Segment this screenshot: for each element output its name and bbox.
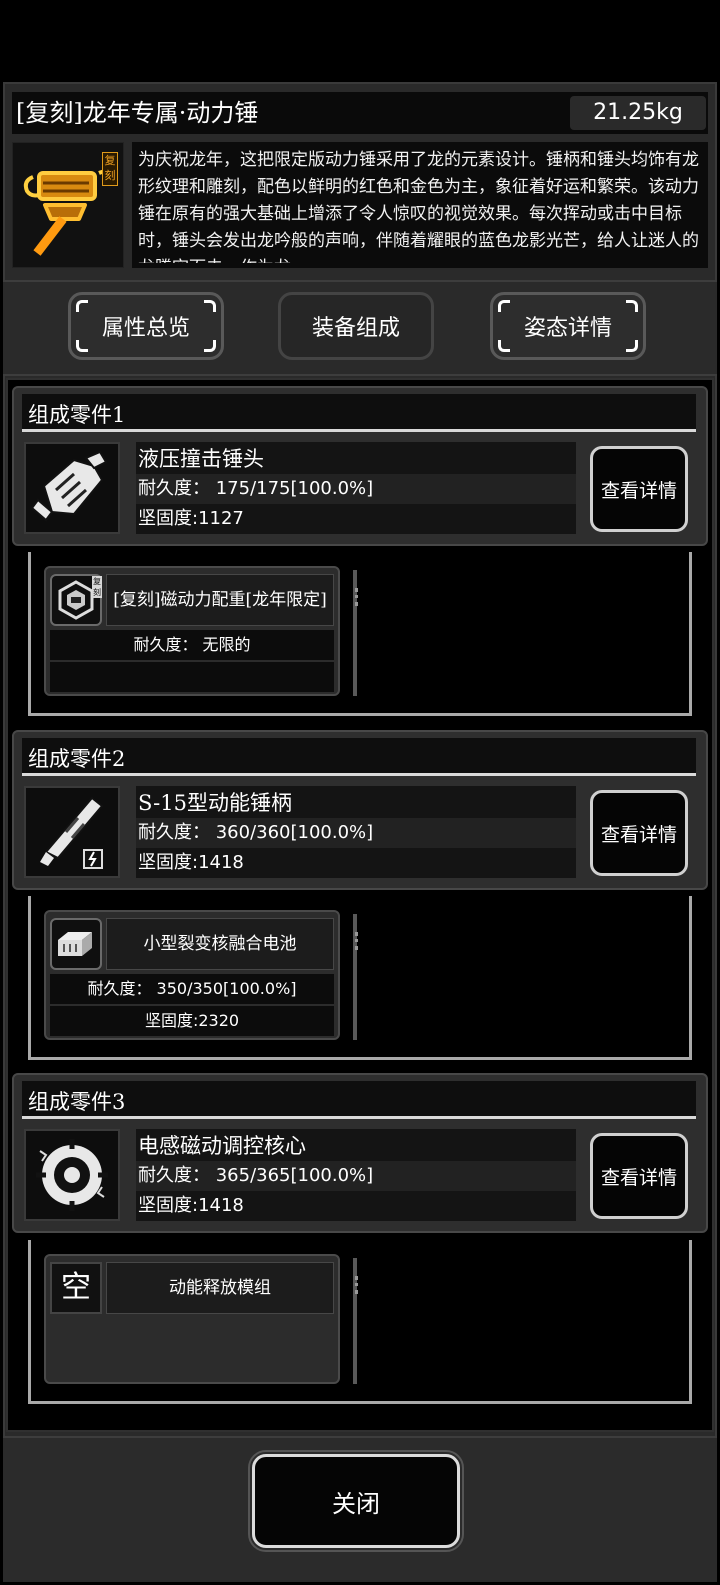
item-title: [复刻]龙年专属·动力锤 — [16, 99, 259, 127]
button-label: 查看详情 — [600, 823, 677, 846]
component-icon-box — [24, 1129, 120, 1221]
sub-part-durability: 耐久度： 无限的 — [50, 630, 334, 660]
component-durability: 耐久度： 175/175[100.0%] — [138, 478, 374, 499]
component-name: S-15型动能锤柄 — [138, 791, 292, 815]
sub-part-name: [复刻]磁动力配重[龙年限定] — [113, 590, 327, 610]
slot-divider — [353, 570, 358, 696]
sub-part-durability: 耐久度： 350/350[100.0%] — [50, 974, 334, 1004]
sub-part-name: 小型裂变核融合电池 — [143, 934, 297, 954]
reissue-badge: 复刻 — [102, 152, 118, 186]
component-name: 电感磁动调控核心 — [138, 1134, 306, 1158]
sub-part-icon-box — [50, 918, 102, 970]
component-name: 液压撞击锤头 — [138, 447, 264, 471]
view-details-button[interactable]: 查看详情 — [590, 790, 688, 876]
sub-part-name: 动能释放模组 — [169, 1278, 271, 1298]
tab-label: 装备组成 — [311, 316, 400, 341]
hammer-head-icon — [30, 450, 108, 522]
component-hardness: 坚固度:1418 — [138, 1195, 244, 1216]
sub-part-hardness: 坚固度:2320 — [50, 1006, 334, 1036]
button-label: 查看详情 — [600, 479, 677, 502]
component-icon-box — [24, 786, 120, 878]
component-heading: 组成零件1 — [28, 403, 126, 427]
component-hardness: 坚固度:1418 — [138, 852, 244, 873]
hammer-handle-icon — [40, 796, 104, 869]
close-label: 关闭 — [332, 1489, 380, 1518]
component-heading: 组成零件3 — [28, 1090, 126, 1114]
component-durability: 耐久度： 360/360[100.0%] — [138, 822, 374, 843]
status-bar-area — [0, 0, 720, 80]
empty-slot-icon: 空 — [50, 1262, 102, 1314]
tab-attributes[interactable]: 属性总览 — [68, 292, 224, 360]
component-hardness: 坚固度:1127 — [138, 508, 244, 529]
component-durability: 耐久度： 365/365[100.0%] — [138, 1165, 374, 1186]
item-weight: 21.25kg — [593, 100, 683, 125]
component-icon-box — [24, 442, 120, 534]
core-icon — [36, 1139, 108, 1211]
sub-reissue-badge: 复刻 — [92, 576, 102, 598]
slot-divider — [353, 914, 358, 1040]
battery-icon — [58, 932, 92, 956]
component-heading: 组成零件2 — [28, 747, 126, 771]
tab-stance[interactable]: 姿态详情 — [490, 292, 646, 360]
slot-divider — [353, 1258, 358, 1384]
button-label: 查看详情 — [600, 1166, 677, 1189]
tab-label: 属性总览 — [101, 316, 190, 341]
tab-label: 姿态详情 — [523, 316, 612, 341]
tab-composition[interactable]: 装备组成 — [278, 292, 434, 360]
view-details-button[interactable]: 查看详情 — [590, 446, 688, 532]
item-description: 为庆祝龙年，这把限定版动力锤采用了龙的元素设计。锤柄和锤头均饰有龙形纹理和雕刻，… — [138, 150, 699, 263]
sub-part-hardness — [50, 662, 334, 692]
close-button[interactable]: 关闭 — [252, 1454, 460, 1548]
view-details-button[interactable]: 查看详情 — [590, 1133, 688, 1219]
